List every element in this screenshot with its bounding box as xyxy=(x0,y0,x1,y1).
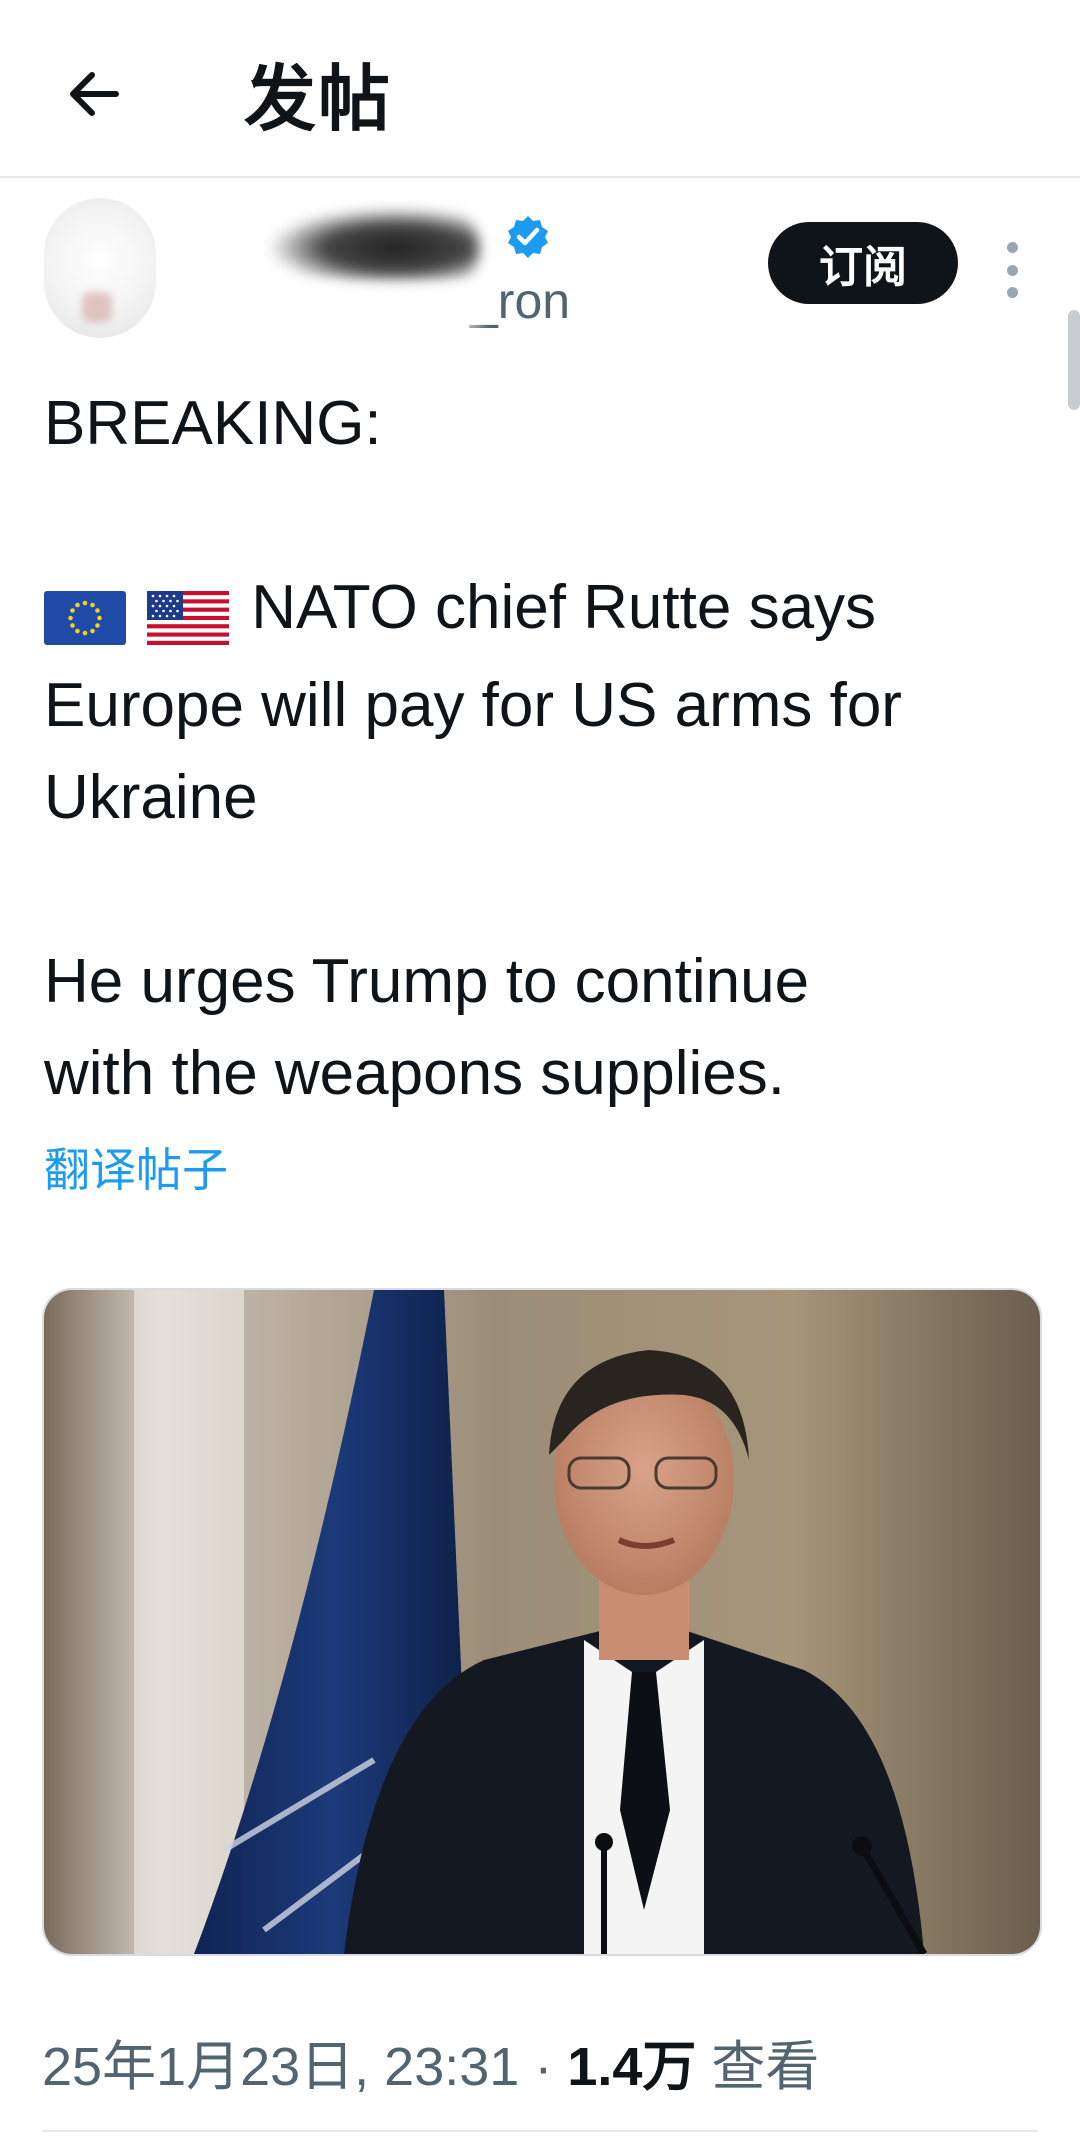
more-options-button[interactable] xyxy=(992,234,1032,306)
post-line: with the weapons supplies. xyxy=(44,1039,786,1108)
scrollbar[interactable] xyxy=(1068,310,1080,410)
us-flag-icon xyxy=(147,590,230,645)
translate-post-link[interactable]: 翻译帖子 xyxy=(44,1134,228,1200)
eu-flag-icon xyxy=(44,590,126,645)
views-count: 1.4万 xyxy=(567,2037,697,2097)
avatar-blur-detail xyxy=(82,292,112,322)
arrow-left-icon xyxy=(70,72,119,116)
post-meta: 25年1月23日, 23:31 · 1.4万 查看 xyxy=(42,2022,819,2101)
handle-redaction xyxy=(200,284,480,328)
back-button[interactable] xyxy=(48,48,140,140)
flag-emojis xyxy=(44,568,233,660)
more-dot xyxy=(1006,264,1018,276)
post-line-with-flags: NATO chief Rutte says xyxy=(44,562,1044,660)
subscribe-button[interactable]: 订阅 xyxy=(768,222,958,304)
verified-badge-icon xyxy=(508,216,548,258)
post-line: Ukraine xyxy=(44,763,258,832)
author-name-redacted[interactable] xyxy=(270,208,480,288)
post-text: BREAKING: NATO chief Rutte says Europe w… xyxy=(44,378,1044,1120)
photo-speaker-at-podium xyxy=(44,1290,1040,1954)
divider xyxy=(42,2130,1038,2132)
meta-separator: · xyxy=(534,2037,553,2097)
post-line: He urges Trump to continue xyxy=(44,947,810,1016)
top-bar: 发帖 xyxy=(0,0,1080,178)
more-vertical-icon xyxy=(1006,242,1018,253)
post-line: NATO chief Rutte says xyxy=(251,573,877,642)
post-image[interactable] xyxy=(42,1288,1042,1956)
page-title: 发帖 xyxy=(244,60,393,140)
post-line: BREAKING: xyxy=(44,389,382,458)
views-label: 查看 xyxy=(711,2037,820,2097)
post-line: Europe will pay for US arms for xyxy=(44,671,902,740)
post-datetime[interactable]: 25年1月23日, 23:31 xyxy=(42,2037,519,2097)
more-dot xyxy=(1006,287,1018,298)
author-handle[interactable]: _ron xyxy=(470,272,570,330)
